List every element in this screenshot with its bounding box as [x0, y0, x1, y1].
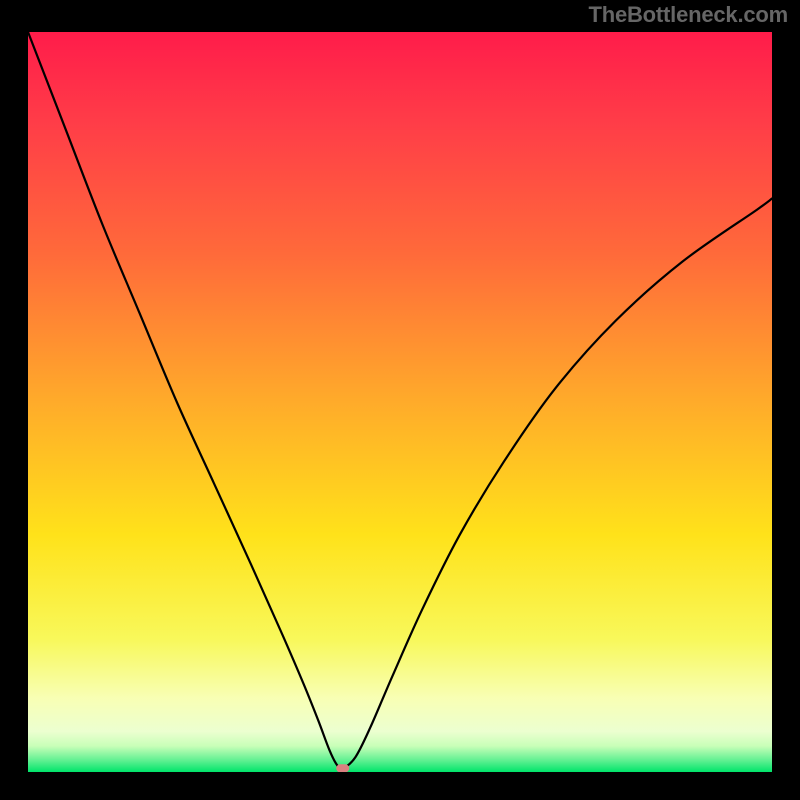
- watermark-text: TheBottleneck.com: [588, 2, 788, 28]
- chart-frame: TheBottleneck.com: [0, 0, 800, 800]
- plot-svg: [28, 32, 772, 772]
- plot-area: [28, 32, 772, 772]
- min-marker: [336, 764, 349, 772]
